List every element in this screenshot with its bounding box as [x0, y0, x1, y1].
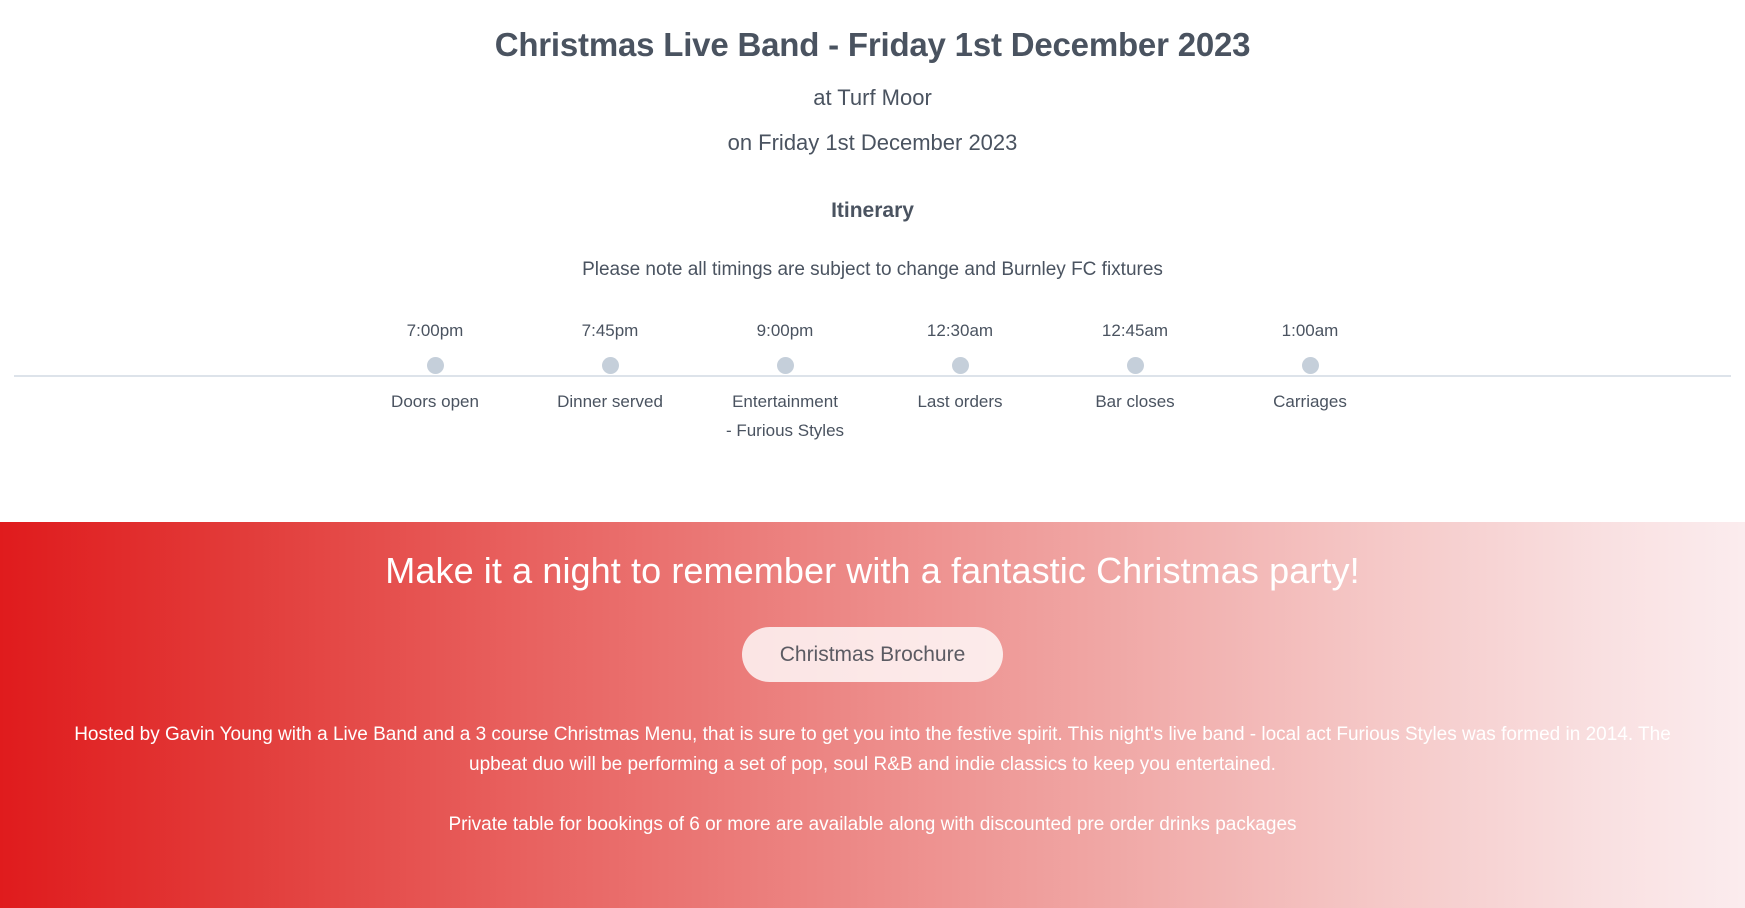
event-page: Christmas Live Band - Friday 1st Decembe…	[0, 0, 1745, 908]
timeline-dot-row	[426, 343, 444, 387]
timeline-time: 1:00am	[1281, 321, 1339, 341]
timeline-time: 12:30am	[926, 321, 994, 341]
event-venue: at Turf Moor	[813, 84, 932, 110]
timeline-dot-icon	[951, 356, 969, 374]
timeline-dot-row	[776, 343, 794, 387]
timeline-item: 7:00pm Doors open	[348, 319, 523, 416]
itinerary-note: Please note all timings are subject to c…	[582, 259, 1163, 281]
banner-headline: Make it a night to remember with a fanta…	[385, 550, 1360, 591]
timeline-item: 7:45pm Dinner served	[523, 319, 698, 416]
promo-banner: Make it a night to remember with a fanta…	[0, 522, 1745, 908]
event-details-section: Christmas Live Band - Friday 1st Decembe…	[0, 0, 1745, 522]
timeline-time: 9:00pm	[756, 321, 814, 341]
timeline-label: Last orders	[917, 392, 1003, 412]
timeline-dot-icon	[1126, 356, 1144, 374]
timeline-item: 12:45am Bar closes	[1048, 319, 1223, 416]
timeline-label: Carriages	[1273, 392, 1347, 412]
timeline-time: 12:45am	[1101, 321, 1169, 341]
timeline-dot-icon	[426, 356, 444, 374]
event-date: on Friday 1st December 2023	[727, 129, 1018, 155]
timeline-item: 12:30am Last orders	[873, 319, 1048, 416]
timeline-dot-row	[1301, 343, 1319, 387]
christmas-brochure-button[interactable]: Christmas Brochure	[741, 627, 1004, 683]
timeline-label: Bar closes	[1095, 392, 1175, 412]
timeline-label: Doors open	[391, 392, 479, 412]
timeline-dot-row	[951, 343, 969, 387]
timeline-dot-icon	[1301, 356, 1319, 374]
timeline-label: Entertainment - Furious Styles	[725, 392, 845, 441]
timeline-dot-icon	[601, 356, 619, 374]
banner-paragraph-2: Private table for bookings of 6 or more …	[448, 814, 1297, 836]
itinerary-heading: Itinerary	[831, 199, 914, 223]
timeline-time: 7:45pm	[581, 321, 639, 341]
banner-paragraph-1: Hosted by Gavin Young with a Live Band a…	[74, 724, 1671, 775]
timeline-item: 9:00pm Entertainment - Furious Styles	[698, 319, 873, 445]
timeline-dot-icon	[776, 356, 794, 374]
timeline-dot-row	[601, 343, 619, 387]
timeline-time: 7:00pm	[406, 321, 464, 341]
timeline-items: 7:00pm Doors open 7:45pm Dinner served 9:00p…	[0, 319, 1745, 445]
timeline-item: 1:00am Carriages	[1223, 319, 1398, 416]
page-title: Christmas Live Band - Friday 1st Decembe…	[494, 26, 1251, 63]
timeline-label: Dinner served	[557, 392, 663, 412]
timeline-dot-row	[1126, 343, 1144, 387]
itinerary-timeline: 7:00pm Doors open 7:45pm Dinner served 9:00p…	[0, 319, 1745, 459]
